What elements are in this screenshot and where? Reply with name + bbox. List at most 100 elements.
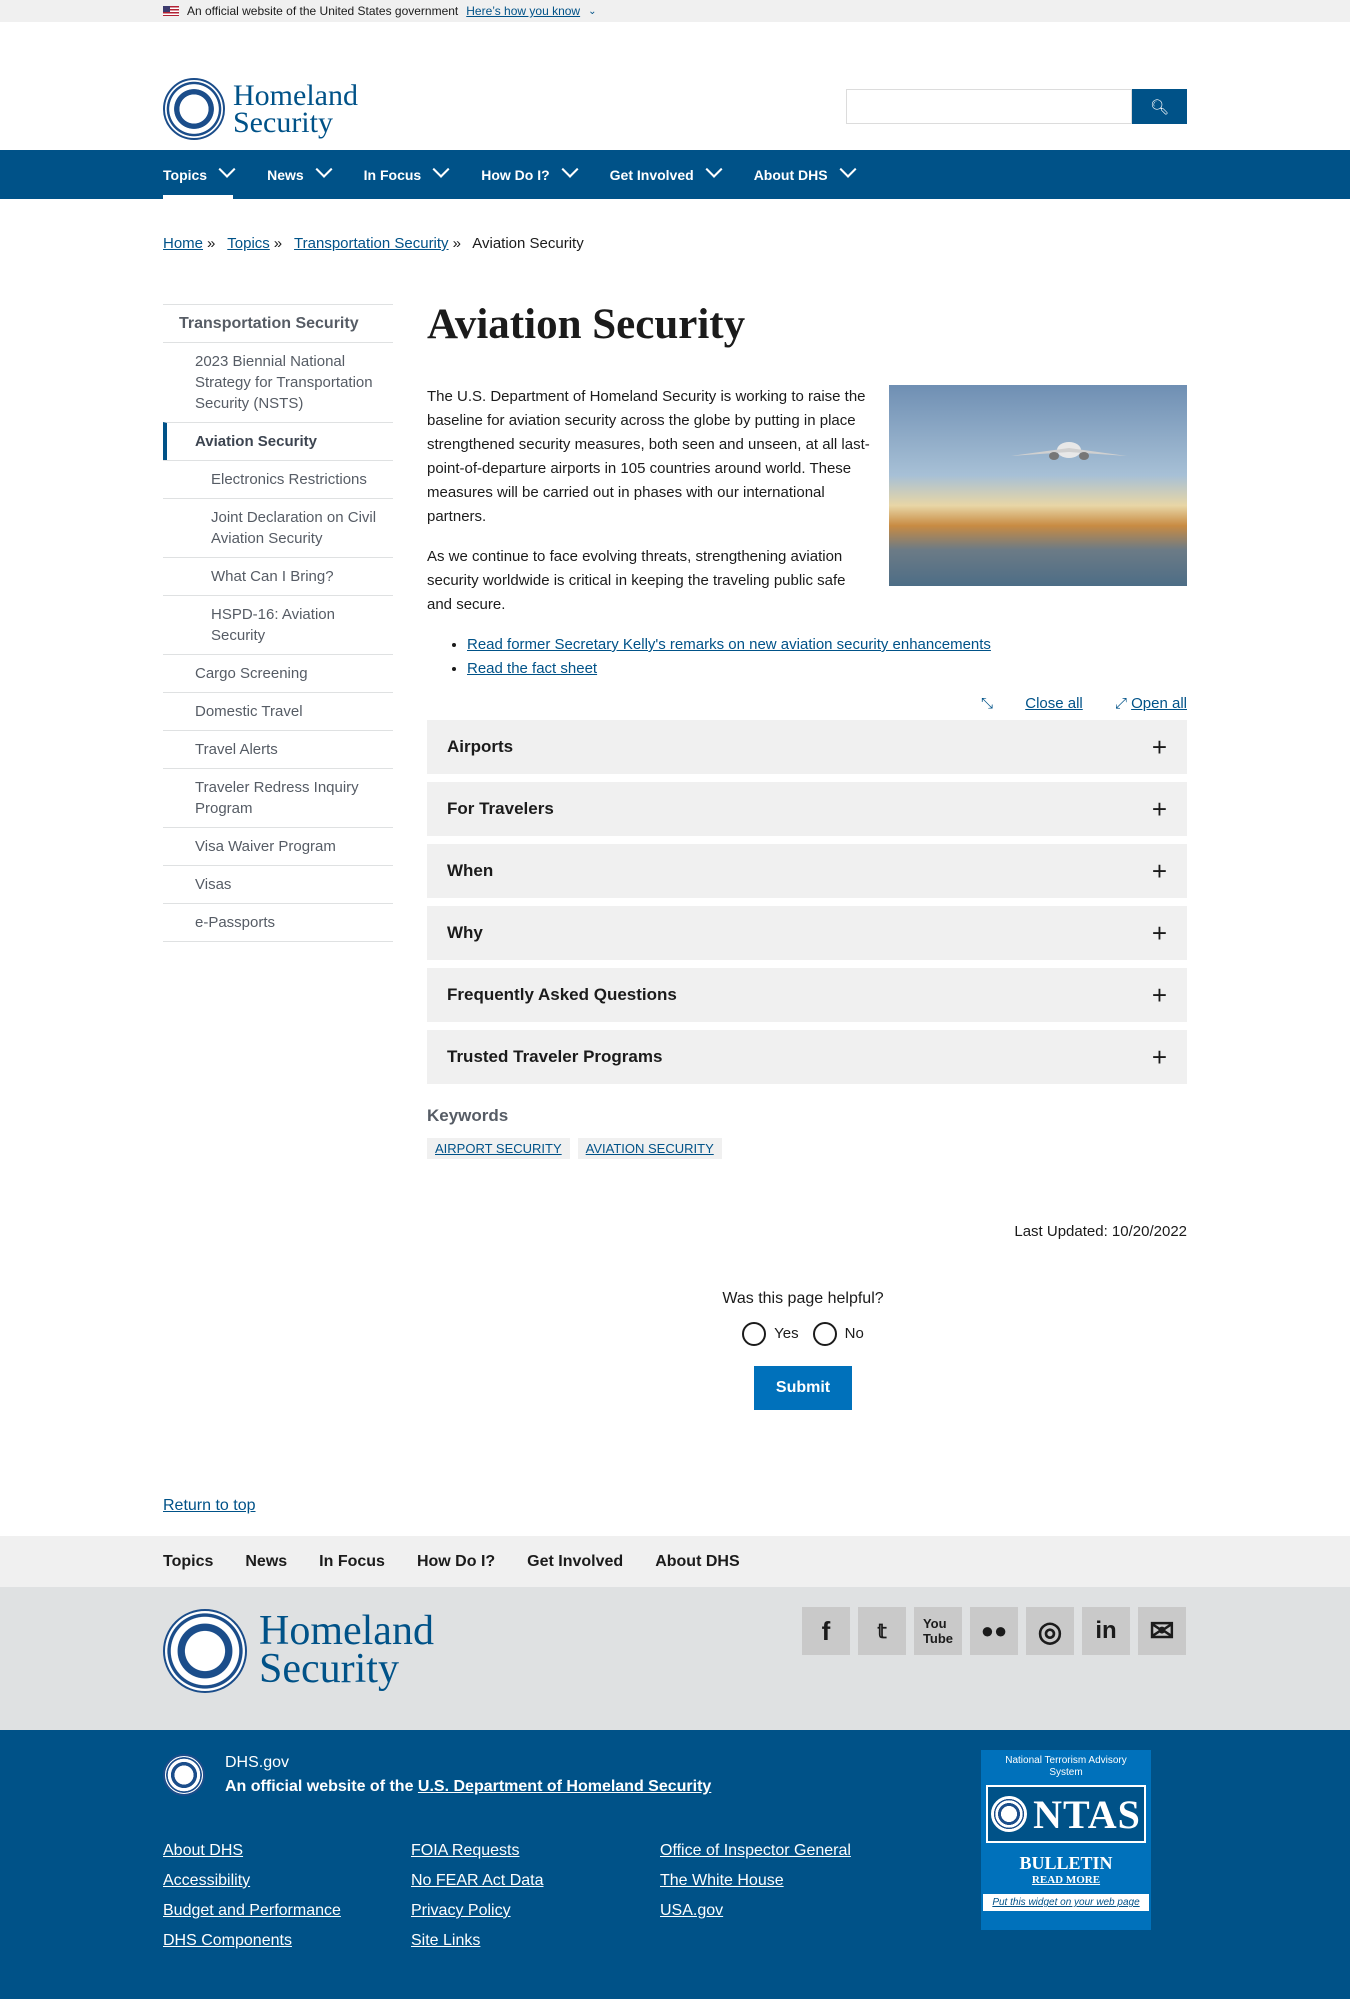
footer-link-white-house[interactable]: The White House	[660, 1866, 851, 1896]
dhs-link[interactable]: U.S. Department of Homeland Security	[418, 1778, 711, 1795]
accordion-faq[interactable]: Frequently Asked Questions +	[427, 968, 1187, 1022]
footer-logo-bar: Homeland Security f 𝕥 You Tube ●● ◎ in ✉	[0, 1587, 1350, 1730]
accordion-controls: ⤡ Close all ⤢ Open all	[427, 695, 1187, 712]
breadcrumb-home[interactable]: Home	[163, 235, 203, 252]
social-links: f 𝕥 You Tube ●● ◎ in ✉	[802, 1607, 1186, 1655]
instagram-icon[interactable]: ◎	[1026, 1607, 1074, 1655]
chevron-down-icon	[705, 160, 723, 178]
sidenav-item-joint-declaration[interactable]: Joint Declaration on Civil Aviation Secu…	[163, 498, 393, 557]
accordion-trusted-traveler[interactable]: Trusted Traveler Programs +	[427, 1030, 1187, 1084]
open-all-link[interactable]: Open all	[1131, 695, 1187, 712]
chevron-down-icon	[432, 160, 450, 178]
sidenav-item-electronics-restrictions[interactable]: Electronics Restrictions	[163, 460, 393, 498]
logo-homeland: Homeland	[233, 79, 358, 112]
feedback-no[interactable]: No	[812, 1322, 864, 1346]
sidenav-item-aviation-security[interactable]: Aviation Security	[163, 422, 393, 460]
dhs-seal-icon	[163, 78, 225, 140]
plus-icon: +	[1151, 793, 1167, 824]
ntas-widget-link[interactable]: Put this widget on your web page	[983, 1894, 1149, 1911]
nav-get-involved[interactable]: Get Involved	[610, 150, 723, 199]
sidenav-item-cargo-screening[interactable]: Cargo Screening	[163, 654, 393, 692]
footer-logo-security: Security	[259, 1646, 399, 1692]
accordion-when[interactable]: When +	[427, 844, 1187, 898]
page-title: Aviation Security	[427, 301, 746, 348]
footer-link-foia[interactable]: FOIA Requests	[411, 1836, 544, 1866]
footer-link-components[interactable]: DHS Components	[163, 1926, 341, 1956]
how-you-know-link[interactable]: Here’s how you know	[466, 4, 580, 18]
resource-links: Read former Secretary Kelly's remarks on…	[427, 633, 1187, 681]
footer-nav-get-involved[interactable]: Get Involved	[527, 1553, 623, 1571]
plus-icon: +	[1151, 731, 1167, 762]
nav-how-do-i[interactable]: How Do I?	[481, 150, 579, 199]
last-updated: Last Updated: 10/20/2022	[1014, 1223, 1187, 1240]
ntas-read-more[interactable]: READ MORE	[981, 1874, 1151, 1886]
nav-in-focus[interactable]: In Focus	[364, 150, 450, 199]
return-to-top-link[interactable]: Return to top	[163, 1497, 256, 1515]
footer-dhs-logo[interactable]: Homeland Security	[163, 1609, 434, 1693]
footer-nav-about-dhs[interactable]: About DHS	[655, 1553, 739, 1571]
footer-nav-in-focus[interactable]: In Focus	[319, 1553, 385, 1571]
search-button[interactable]: 🔍︎	[1132, 89, 1187, 124]
sidenav-item-what-can-i-bring[interactable]: What Can I Bring?	[163, 557, 393, 595]
sidenav-item-transportation-security[interactable]: Transportation Security	[163, 304, 393, 342]
breadcrumb-current: Aviation Security	[472, 235, 584, 252]
chevron-down-icon: ⌄	[588, 5, 597, 17]
feedback-yes[interactable]: Yes	[742, 1322, 799, 1346]
keyword-airport-security[interactable]: AIRPORT SECURITY	[427, 1138, 570, 1159]
footer-nav-topics[interactable]: Topics	[163, 1553, 213, 1571]
ntas-bulletin: BULLETIN	[1019, 1853, 1113, 1873]
breadcrumb-topics[interactable]: Topics	[227, 235, 270, 252]
twitter-icon[interactable]: 𝕥	[858, 1607, 906, 1655]
nav-about-dhs[interactable]: About DHS	[754, 150, 857, 199]
nav-topics[interactable]: Topics	[163, 150, 236, 199]
close-all-link[interactable]: Close all	[1025, 695, 1083, 712]
sidenav-item-trip[interactable]: Traveler Redress Inquiry Program	[163, 768, 393, 827]
fact-sheet-link[interactable]: Read the fact sheet	[467, 660, 597, 677]
site-header: Homeland Security 🔍︎	[0, 22, 1350, 150]
sidenav-item-travel-alerts[interactable]: Travel Alerts	[163, 730, 393, 768]
dhs-logo[interactable]: Homeland Security	[163, 78, 358, 140]
intro-paragraph-1: The U.S. Department of Homeland Security…	[427, 388, 870, 525]
gov-banner-text: An official website of the United States…	[187, 4, 459, 18]
youtube-icon[interactable]: You Tube	[914, 1607, 962, 1655]
dhs-seal-icon	[163, 1754, 205, 1796]
footer-nav-how-do-i[interactable]: How Do I?	[417, 1553, 495, 1571]
chevron-down-icon	[315, 160, 333, 178]
sidenav-item-visa-waiver[interactable]: Visa Waiver Program	[163, 827, 393, 865]
footer-link-budget[interactable]: Budget and Performance	[163, 1896, 341, 1926]
footer-link-usa-gov[interactable]: USA.gov	[660, 1896, 851, 1926]
footer-nav-news[interactable]: News	[245, 1553, 287, 1571]
facebook-icon[interactable]: f	[802, 1607, 850, 1655]
submit-button[interactable]: Submit	[754, 1366, 852, 1410]
footer-link-site-links[interactable]: Site Links	[411, 1926, 544, 1956]
flickr-icon[interactable]: ●●	[970, 1607, 1018, 1655]
sidenav-item-domestic-travel[interactable]: Domestic Travel	[163, 692, 393, 730]
kelly-remarks-link[interactable]: Read former Secretary Kelly's remarks on…	[467, 636, 991, 653]
footer-link-about-dhs[interactable]: About DHS	[163, 1836, 341, 1866]
radio-no[interactable]	[812, 1322, 837, 1346]
search-input[interactable]	[846, 89, 1132, 124]
accordion-airports[interactable]: Airports +	[427, 720, 1187, 774]
sidenav-item-visas[interactable]: Visas	[163, 865, 393, 903]
breadcrumb-transportation-security[interactable]: Transportation Security	[294, 235, 449, 252]
radio-yes[interactable]	[742, 1322, 767, 1346]
nav-news[interactable]: News	[267, 150, 333, 199]
sidenav-item-hspd-16[interactable]: HSPD-16: Aviation Security	[163, 595, 393, 654]
keyword-aviation-security[interactable]: AVIATION SECURITY	[577, 1138, 722, 1159]
accordion-for-travelers[interactable]: For Travelers +	[427, 782, 1187, 836]
dhs-seal-icon	[163, 1609, 247, 1693]
footer-link-oig[interactable]: Office of Inspector General	[660, 1836, 851, 1866]
ntas-widget[interactable]: National Terrorism Advisory System NTAS …	[981, 1750, 1151, 1930]
footer-link-privacy[interactable]: Privacy Policy	[411, 1896, 544, 1926]
email-icon[interactable]: ✉	[1138, 1607, 1186, 1655]
footer-link-no-fear[interactable]: No FEAR Act Data	[411, 1866, 544, 1896]
sidenav-item-e-passports[interactable]: e-Passports	[163, 903, 393, 942]
footer-link-accessibility[interactable]: Accessibility	[163, 1866, 341, 1896]
chevron-down-icon	[218, 160, 236, 178]
accordion-why[interactable]: Why +	[427, 906, 1187, 960]
linkedin-icon[interactable]: in	[1082, 1607, 1130, 1655]
ntas-logo: NTAS	[1033, 1791, 1141, 1837]
keywords: AIRPORT SECURITY AVIATION SECURITY	[427, 1138, 1187, 1159]
sidenav-item-nsts[interactable]: 2023 Biennial National Strategy for Tran…	[163, 342, 393, 422]
keywords-title: Keywords	[427, 1106, 509, 1125]
